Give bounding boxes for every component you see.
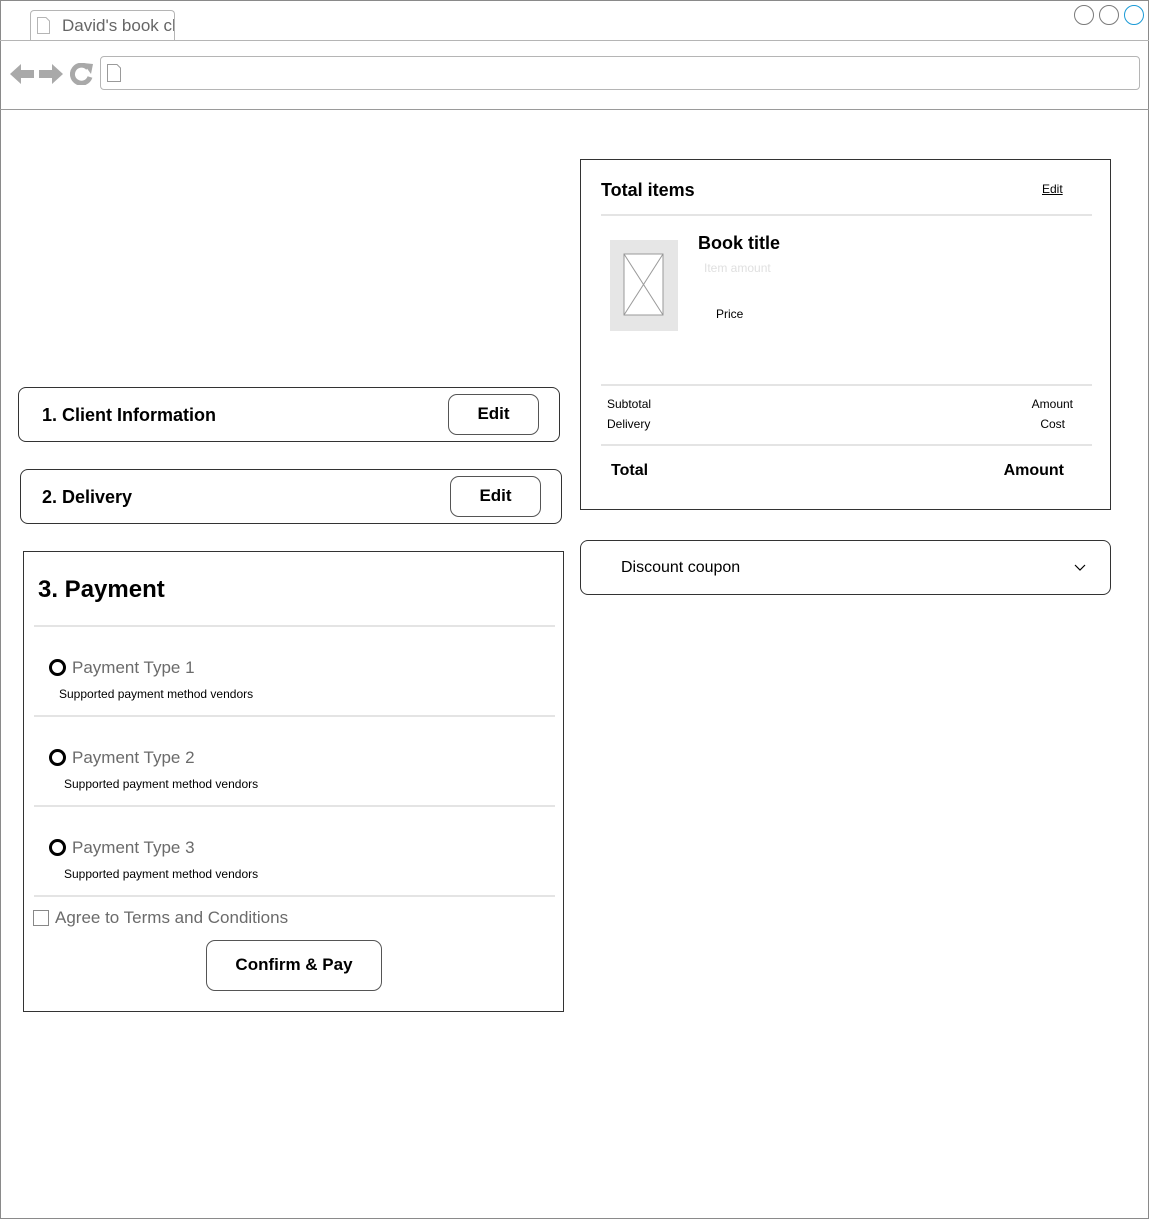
browser-tab[interactable]: David's book club	[30, 10, 175, 41]
payment-type-2-radio[interactable]	[49, 749, 66, 766]
confirm-pay-button[interactable]: Confirm & Pay	[206, 940, 382, 991]
tab-strip-divider	[0, 40, 1149, 41]
divider	[34, 625, 555, 627]
reload-icon[interactable]	[70, 63, 94, 85]
discount-coupon-dropdown[interactable]: Discount coupon	[580, 540, 1111, 595]
payment-type-2-vendors: Supported payment method vendors	[64, 777, 259, 791]
divider	[601, 214, 1092, 216]
payment-type-3-label[interactable]: Payment Type 3	[72, 838, 195, 858]
divider	[34, 805, 555, 807]
payment-type-3-vendors: Supported payment method vendors	[64, 867, 259, 881]
book-title: Book title	[698, 233, 781, 253]
divider	[34, 715, 555, 717]
maximize-icon[interactable]	[1099, 5, 1119, 25]
delivery-section: 2. Delivery Edit	[20, 469, 562, 524]
address-bar[interactable]	[100, 56, 1140, 90]
payment-type-3-radio[interactable]	[49, 839, 66, 856]
subtotal-label: Subtotal	[607, 397, 652, 411]
book-image-placeholder-icon	[610, 240, 678, 331]
close-icon[interactable]	[1124, 5, 1144, 25]
divider	[34, 895, 555, 897]
payment-type-2-label[interactable]: Payment Type 2	[72, 748, 195, 768]
payment-section: 3. Payment Payment Type 1 Supported paym…	[23, 551, 564, 1012]
back-arrow-icon[interactable]	[10, 63, 34, 85]
chevron-down-icon	[1074, 564, 1086, 571]
terms-label[interactable]: Agree to Terms and Conditions	[55, 908, 288, 928]
client-edit-button[interactable]: Edit	[448, 394, 539, 435]
payment-type-1-vendors: Supported payment method vendors	[59, 687, 254, 701]
total-label: Total	[611, 462, 649, 479]
discount-coupon-label: Discount coupon	[621, 559, 741, 576]
payment-type-1-label[interactable]: Payment Type 1	[72, 658, 195, 678]
chrome-divider	[0, 109, 1149, 110]
subtotal-value: Amount	[1031, 397, 1073, 411]
item-price: Price	[716, 307, 744, 321]
summary-edit-link[interactable]: Edit	[1042, 182, 1063, 196]
client-information-title: 1. Client Information	[42, 405, 217, 425]
delivery-edit-button[interactable]: Edit	[450, 476, 541, 517]
total-value: Amount	[1003, 462, 1064, 479]
tab-title: David's book club	[62, 16, 175, 35]
document-icon	[37, 17, 50, 34]
payment-type-1-radio[interactable]	[49, 659, 66, 676]
summary-title: Total items	[601, 180, 695, 200]
page-icon	[107, 64, 121, 82]
forward-arrow-icon[interactable]	[39, 63, 63, 85]
terms-checkbox[interactable]	[33, 910, 49, 926]
delivery-label: Delivery	[607, 417, 651, 431]
payment-title: 3. Payment	[38, 576, 165, 603]
delivery-title: 2. Delivery	[42, 487, 133, 507]
client-information-section: 1. Client Information Edit	[18, 387, 560, 442]
delivery-value: Cost	[1040, 417, 1065, 431]
item-amount-field[interactable]: Item amount	[704, 261, 771, 275]
divider	[601, 444, 1092, 446]
order-summary: Total items Edit Book title Item amount …	[580, 159, 1111, 510]
divider	[601, 384, 1092, 386]
minimize-icon[interactable]	[1074, 5, 1094, 25]
